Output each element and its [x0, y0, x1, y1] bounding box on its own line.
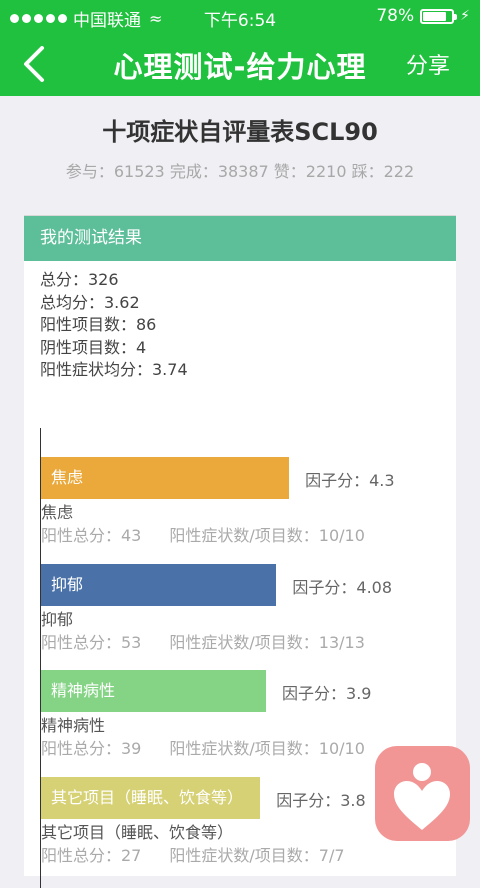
positive-ratio: 阳性症状数/项目数：10/10: [169, 526, 365, 545]
app-header: 中国联通 ≈ 下午6:54 78% ⚡ 心理测试-给力心理 分享: [0, 0, 480, 96]
factor-score-label: 因子分：3.8: [276, 790, 366, 810]
chart-bar: 焦虑: [41, 457, 290, 499]
positive-total: 阳性总分：43: [41, 526, 142, 545]
factor-name: 精神病性: [41, 716, 106, 735]
app-logo-icon[interactable]: [375, 746, 470, 841]
summary-negative-count: 阴性项目数：4: [40, 337, 147, 357]
factor-score-label: 因子分：4.3: [305, 471, 395, 490]
summary-average: 总均分：3.62: [40, 292, 140, 312]
summary-total: 总分：326: [40, 270, 119, 289]
factor-score-label: 因子分：4.08: [292, 577, 393, 597]
factor-detail: 阳性总分：39 阳性症状数/项目数：10/10: [41, 735, 365, 759]
charging-icon: ⚡: [460, 8, 470, 24]
positive-total: 阳性总分：53: [41, 632, 142, 652]
chart-bar: 精神病性: [41, 670, 267, 712]
positive-ratio: 阳性症状数/项目数：10/10: [169, 739, 365, 758]
factor-name: 抑郁: [41, 609, 74, 629]
factor-detail: 阳性总分：53 阳性症状数/项目数：13/13: [41, 629, 365, 653]
result-summary: 总分：326 总均分：3.62 阳性项目数：86 阴性项目数：4 阳性症状均分：…: [24, 261, 456, 382]
factor-name: 焦虑: [41, 503, 74, 522]
positive-total: 阳性总分：27: [41, 845, 142, 865]
chart-bar: 抑郁: [41, 563, 277, 606]
factor-detail: 阳性总分：43 阳性症状数/项目数：10/10: [41, 522, 365, 546]
summary-positive-count: 阳性项目数：86: [40, 315, 157, 334]
factor-detail: 阳性总分：27 阳性症状数/项目数：7/7: [41, 842, 345, 866]
positive-ratio: 阳性症状数/项目数：13/13: [169, 632, 365, 652]
result-card-header: 我的测试结果: [24, 216, 456, 261]
factor-name: 其它项目（睡眠、饮食等）: [41, 822, 234, 842]
status-bar: 中国联通 ≈ 下午6:54 78% ⚡: [0, 0, 480, 32]
battery-icon: [420, 8, 458, 24]
share-button[interactable]: 分享: [406, 48, 450, 80]
status-right: 78% ⚡: [376, 6, 470, 26]
positive-total: 阳性总分：39: [41, 739, 142, 758]
chart-bar: 其它项目（睡眠、饮食等）: [41, 776, 261, 819]
positive-ratio: 阳性症状数/项目数：7/7: [169, 845, 345, 865]
battery-percent: 78%: [376, 6, 415, 26]
summary-positive-average: 阳性症状均分：3.74: [40, 360, 188, 379]
heart-person-icon: [394, 763, 450, 830]
quiz-stats: 参与：61523 完成：38387 赞：2210 踩：222: [65, 162, 415, 181]
quiz-title: 十项症状自评量表SCL90: [102, 118, 378, 146]
factor-score-label: 因子分：3.9: [282, 684, 372, 703]
